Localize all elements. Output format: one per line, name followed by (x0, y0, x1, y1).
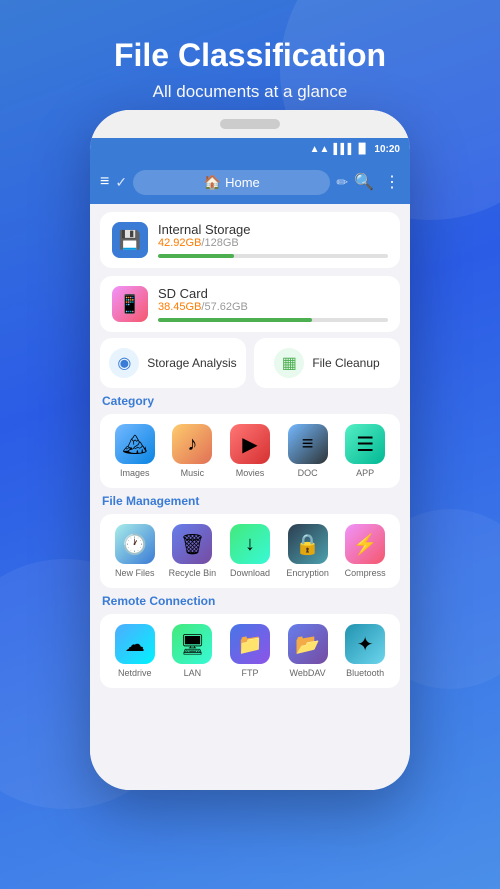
webdav-label: WebDAV (289, 668, 325, 678)
lan-icon: 🖥 (172, 624, 212, 664)
webdav-icon: 📂 (288, 624, 328, 664)
wifi-icon: ▲▲ (310, 144, 330, 155)
fm-encryption[interactable]: 🔒 Encryption (283, 524, 333, 578)
internal-storage-size: 42.92GB/128GB (158, 237, 388, 249)
rc-netdrive[interactable]: ☁ Netdrive (110, 624, 160, 678)
phone-content: 💾 Internal Storage 42.92GB/128GB 📱 SD Ca… (90, 204, 410, 790)
music-label: Music (181, 468, 205, 478)
page-subtitle: All documents at a glance (0, 82, 500, 102)
netdrive-label: Netdrive (118, 668, 152, 678)
fm-recycle[interactable]: 🗑 Recycle Bin (167, 524, 217, 578)
phone-mockup: ▲▲ ▌▌▌ ▉ 10:20 ≡ ✓ 🏠 Home ✏ 🔍 ⋮ 💾 Intern… (90, 110, 410, 790)
status-time: 10:20 (374, 144, 400, 155)
storage-analysis-button[interactable]: ◉ Storage Analysis (100, 338, 246, 388)
ftp-icon: 📁 (230, 624, 270, 664)
category-movies[interactable]: ▶ Movies (225, 424, 275, 478)
signal-icon: ▌▌▌ (333, 144, 354, 155)
battery-icon: ▉ (359, 144, 367, 155)
storage-analysis-label: Storage Analysis (147, 356, 236, 370)
remote-connection-content: ☁ Netdrive 🖥 LAN 📁 FTP 📂 WebDAV (100, 614, 400, 688)
internal-storage-info: Internal Storage 42.92GB/128GB (158, 222, 388, 258)
app-icon: ☰ (345, 424, 385, 464)
images-icon: 🏔 (115, 424, 155, 464)
recycle-icon: 🗑 (172, 524, 212, 564)
internal-storage-card[interactable]: 💾 Internal Storage 42.92GB/128GB (100, 212, 400, 268)
encryption-label: Encryption (286, 568, 329, 578)
remote-connection-grid: ☁ Netdrive 🖥 LAN 📁 FTP 📂 WebDAV (106, 624, 394, 678)
category-images[interactable]: 🏔 Images (110, 424, 160, 478)
phone-notch (220, 119, 280, 129)
storage-analysis-icon: ◉ (109, 348, 139, 378)
search-icon[interactable]: 🔍 (354, 172, 374, 192)
app-bar: ≡ ✓ 🏠 Home ✏ 🔍 ⋮ (90, 160, 410, 204)
movies-icon: ▶ (230, 424, 270, 464)
sd-card-icon: 📱 (112, 286, 148, 322)
rc-bluetooth[interactable]: ✦ Bluetooth (340, 624, 390, 678)
rc-webdav[interactable]: 📂 WebDAV (283, 624, 333, 678)
quick-actions: ◉ Storage Analysis ▦ File Cleanup (100, 338, 400, 388)
sd-card-fill (158, 318, 312, 322)
file-management-grid: 🕐 New Files 🗑 Recycle Bin ↓ Download 🔒 E… (106, 524, 394, 578)
sd-card-card[interactable]: 📱 SD Card 38.45GB/57.62GB (100, 276, 400, 332)
category-section: Category 🏔 Images ♪ Music ▶ Movies (100, 394, 400, 488)
movies-label: Movies (236, 468, 265, 478)
bluetooth-label: Bluetooth (346, 668, 384, 678)
newfiles-icon: 🕐 (115, 524, 155, 564)
music-icon: ♪ (172, 424, 212, 464)
file-management-title: File Management (100, 494, 400, 508)
internal-storage-fill (158, 254, 234, 258)
app-label: APP (356, 468, 374, 478)
internal-storage-name: Internal Storage (158, 222, 388, 237)
fm-compress[interactable]: ⚡ Compress (340, 524, 390, 578)
encryption-icon: 🔒 (288, 524, 328, 564)
rc-lan[interactable]: 🖥 LAN (167, 624, 217, 678)
rc-ftp[interactable]: 📁 FTP (225, 624, 275, 678)
sd-card-size: 38.45GB/57.62GB (158, 301, 388, 313)
edit-icon[interactable]: ✏ (336, 174, 348, 191)
bluetooth-icon: ✦ (345, 624, 385, 664)
home-breadcrumb[interactable]: 🏠 Home (133, 170, 330, 195)
fm-newfiles[interactable]: 🕐 New Files (110, 524, 160, 578)
compress-label: Compress (345, 568, 386, 578)
app-bar-actions: 🔍 ⋮ (354, 172, 400, 192)
file-management-section: File Management 🕐 New Files 🗑 Recycle Bi… (100, 494, 400, 588)
images-label: Images (120, 468, 150, 478)
home-icon: 🏠 (204, 174, 221, 191)
home-label: Home (225, 175, 260, 190)
more-icon[interactable]: ⋮ (384, 172, 400, 192)
recycle-label: Recycle Bin (169, 568, 217, 578)
category-app[interactable]: ☰ APP (340, 424, 390, 478)
category-music[interactable]: ♪ Music (167, 424, 217, 478)
download-label: Download (230, 568, 270, 578)
category-content: 🏔 Images ♪ Music ▶ Movies ≡ DOC (100, 414, 400, 488)
internal-storage-progress-bar (158, 254, 388, 258)
netdrive-icon: ☁ (115, 624, 155, 664)
internal-storage-icon: 💾 (112, 222, 148, 258)
download-icon: ↓ (230, 524, 270, 564)
compress-icon: ⚡ (345, 524, 385, 564)
category-grid: 🏔 Images ♪ Music ▶ Movies ≡ DOC (106, 424, 394, 478)
menu-icon[interactable]: ≡ (100, 173, 109, 191)
check-icon[interactable]: ✓ (115, 174, 127, 191)
remote-connection-title: Remote Connection (100, 594, 400, 608)
file-cleanup-label: File Cleanup (312, 356, 379, 370)
remote-connection-section: Remote Connection ☁ Netdrive 🖥 LAN 📁 FTP (100, 594, 400, 688)
fm-download[interactable]: ↓ Download (225, 524, 275, 578)
ftp-label: FTP (241, 668, 258, 678)
status-bar: ▲▲ ▌▌▌ ▉ 10:20 (90, 138, 410, 160)
sd-card-info: SD Card 38.45GB/57.62GB (158, 286, 388, 322)
doc-label: DOC (298, 468, 318, 478)
sd-card-progress-bar (158, 318, 388, 322)
sd-card-name: SD Card (158, 286, 388, 301)
page-title: File Classification (0, 0, 500, 74)
file-cleanup-icon: ▦ (274, 348, 304, 378)
category-doc[interactable]: ≡ DOC (283, 424, 333, 478)
doc-icon: ≡ (288, 424, 328, 464)
file-management-content: 🕐 New Files 🗑 Recycle Bin ↓ Download 🔒 E… (100, 514, 400, 588)
file-cleanup-button[interactable]: ▦ File Cleanup (254, 338, 400, 388)
newfiles-label: New Files (115, 568, 155, 578)
lan-label: LAN (184, 668, 202, 678)
phone-top-bar (90, 110, 410, 138)
category-title: Category (100, 394, 400, 408)
